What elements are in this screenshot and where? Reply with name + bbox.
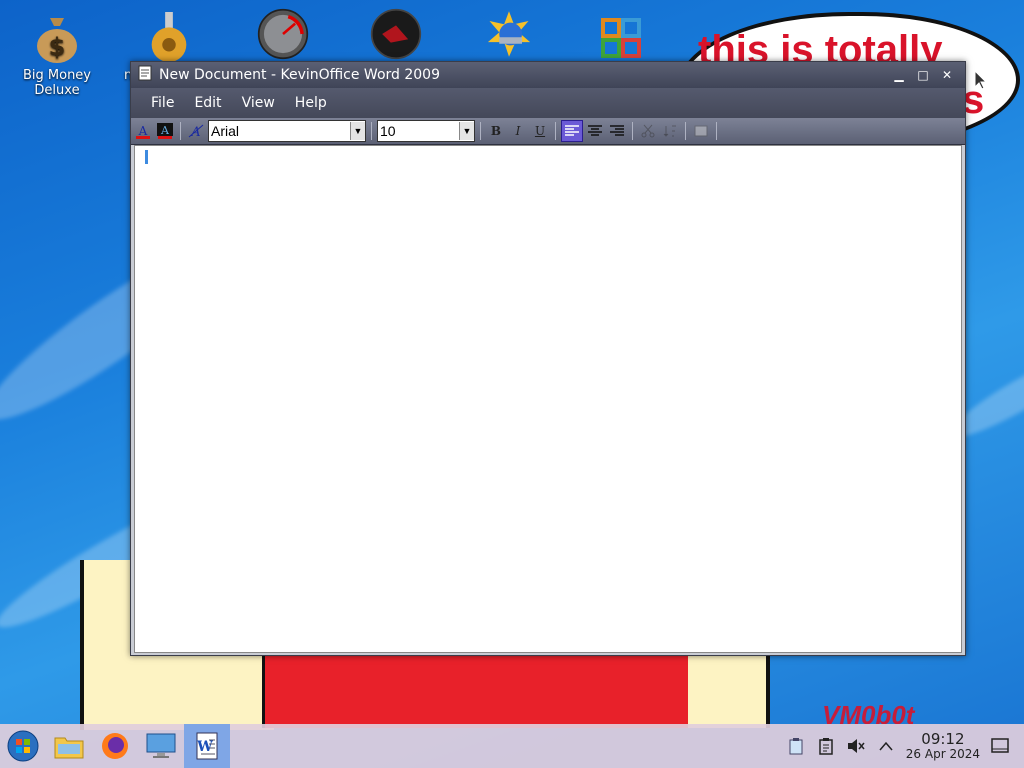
radar-icon bbox=[370, 8, 422, 60]
windows-orb-icon bbox=[7, 730, 39, 762]
close-button[interactable]: ✕ bbox=[935, 68, 959, 82]
align-right-button[interactable] bbox=[607, 121, 627, 141]
chevron-down-icon: ▼ bbox=[459, 122, 474, 140]
align-center-icon bbox=[588, 125, 602, 136]
system-tray: 09:12 26 Apr 2024 bbox=[786, 724, 1024, 768]
desktop-icon-sun-globe[interactable] bbox=[464, 8, 554, 64]
italic-button[interactable]: I bbox=[508, 121, 528, 141]
clock-date: 26 Apr 2024 bbox=[905, 746, 980, 761]
office-logo-icon bbox=[595, 12, 647, 64]
align-left-button[interactable] bbox=[561, 120, 583, 142]
folder-icon bbox=[54, 737, 84, 759]
sort-icon bbox=[663, 125, 676, 137]
computer-icon bbox=[146, 733, 176, 758]
window-titlebar[interactable]: New Document - KevinOffice Word 2009 ▁ □… bbox=[131, 62, 965, 88]
svg-text:W: W bbox=[196, 739, 213, 755]
menu-help[interactable]: Help bbox=[285, 95, 337, 111]
font-family-value: Arial bbox=[211, 123, 240, 139]
align-center-button[interactable] bbox=[585, 121, 605, 141]
sun-globe-icon bbox=[483, 8, 535, 60]
word-document-icon: W bbox=[196, 732, 218, 760]
underline-button[interactable]: U bbox=[530, 121, 550, 141]
chevron-up-icon[interactable] bbox=[876, 736, 896, 756]
start-button[interactable] bbox=[0, 724, 46, 768]
toolbar-separator bbox=[555, 122, 556, 140]
insert-image-button[interactable] bbox=[691, 121, 711, 141]
clear-format-button[interactable]: A bbox=[186, 121, 206, 141]
speedometer-icon bbox=[257, 8, 309, 60]
gear-icon bbox=[143, 12, 195, 64]
font-family-select[interactable]: Arial ▼ bbox=[208, 120, 366, 142]
desktop-icon-radar[interactable] bbox=[351, 8, 441, 64]
minimize-icon: ▁ bbox=[894, 68, 904, 82]
cartoon-figure-body bbox=[262, 652, 694, 728]
clear-format-icon: A bbox=[188, 124, 204, 139]
taskbar-firefox[interactable] bbox=[92, 724, 138, 768]
align-right-icon bbox=[610, 125, 624, 136]
menu-edit[interactable]: Edit bbox=[184, 95, 231, 111]
text-caret bbox=[145, 150, 148, 164]
menu-file[interactable]: File bbox=[141, 95, 184, 111]
svg-text:A: A bbox=[160, 124, 170, 137]
toolbar-separator bbox=[716, 122, 717, 140]
cut-button[interactable] bbox=[638, 121, 658, 141]
sort-button[interactable] bbox=[660, 121, 680, 141]
font-color-icon: A bbox=[136, 124, 150, 139]
tray-notes-icon[interactable] bbox=[786, 736, 806, 756]
image-icon bbox=[694, 125, 708, 137]
desktop-icon-office[interactable] bbox=[576, 12, 666, 68]
toolbar-separator bbox=[371, 122, 372, 140]
bold-button[interactable]: B bbox=[486, 121, 506, 141]
menu-view[interactable]: View bbox=[232, 95, 285, 111]
desktop-icon-speedometer[interactable] bbox=[238, 8, 328, 64]
minimize-button[interactable]: ▁ bbox=[887, 68, 911, 82]
window-title: New Document - KevinOffice Word 2009 bbox=[159, 67, 440, 83]
word-window: New Document - KevinOffice Word 2009 ▁ □… bbox=[130, 61, 966, 656]
notification-icon bbox=[991, 738, 1009, 753]
document-app-icon bbox=[137, 65, 153, 85]
maximize-button[interactable]: □ bbox=[911, 68, 935, 82]
menu-bar: File Edit View Help bbox=[131, 88, 965, 118]
money-bag-icon: $ bbox=[31, 12, 83, 64]
svg-text:$: $ bbox=[49, 33, 66, 61]
font-size-value: 10 bbox=[380, 123, 396, 139]
font-size-select[interactable]: 10 ▼ bbox=[377, 120, 475, 142]
taskbar-clock[interactable]: 09:12 26 Apr 2024 bbox=[906, 731, 980, 761]
document-editor[interactable] bbox=[134, 145, 962, 653]
toolbar-separator bbox=[480, 122, 481, 140]
taskbar-control-panel[interactable] bbox=[138, 724, 184, 768]
firefox-icon bbox=[102, 733, 128, 759]
format-toolbar: A A A Arial ▼ 10 ▼ B I U bbox=[131, 118, 965, 145]
chevron-down-icon: ▼ bbox=[350, 122, 365, 140]
toolbar-separator bbox=[632, 122, 633, 140]
toolbar-separator bbox=[685, 122, 686, 140]
desktop-icon-label: Big Money Deluxe bbox=[22, 68, 91, 98]
show-desktop-button[interactable] bbox=[990, 736, 1010, 756]
volume-muted-icon[interactable] bbox=[846, 736, 866, 756]
taskbar: W 09:12 26 Apr 2024 bbox=[0, 724, 1024, 768]
highlight-icon: A bbox=[157, 123, 173, 139]
taskbar-file-explorer[interactable] bbox=[46, 724, 92, 768]
taskbar-kevinoffice-word[interactable]: W bbox=[184, 724, 230, 768]
desktop-icon-big-money-deluxe[interactable]: $ Big Money Deluxe bbox=[12, 12, 102, 98]
align-left-icon bbox=[565, 125, 579, 136]
clock-time: 09:12 bbox=[921, 730, 965, 749]
scissors-icon bbox=[641, 124, 655, 138]
mouse-cursor bbox=[974, 69, 988, 94]
font-color-button[interactable]: A bbox=[133, 121, 153, 141]
close-icon: ✕ bbox=[941, 68, 953, 82]
cartoon-figure-right bbox=[688, 652, 770, 728]
svg-text:A: A bbox=[138, 124, 148, 138]
highlight-color-button[interactable]: A bbox=[155, 121, 175, 141]
maximize-icon: □ bbox=[917, 68, 929, 82]
clipboard-icon[interactable] bbox=[816, 736, 836, 756]
toolbar-separator bbox=[180, 122, 181, 140]
